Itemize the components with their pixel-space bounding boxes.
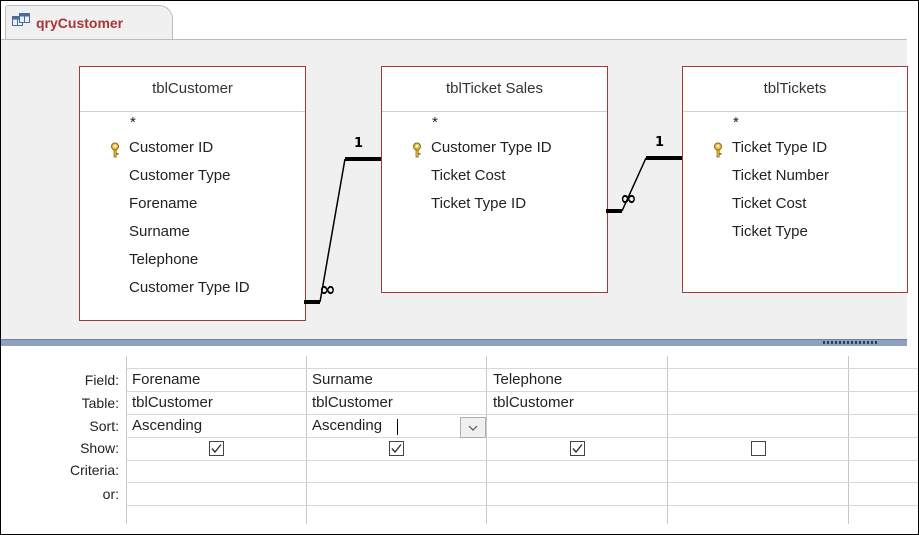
field-item[interactable]: Ticket Cost <box>683 190 907 218</box>
table-title[interactable]: tblTicket Sales <box>382 67 607 112</box>
grid-cell-field[interactable]: Forename <box>132 371 200 388</box>
grid-cell-table[interactable]: tblCustomer <box>493 394 574 411</box>
grid-cell-table[interactable]: tblCustomer <box>132 394 213 411</box>
row-divider <box>126 368 918 369</box>
field-item[interactable]: Ticket Type <box>683 218 907 246</box>
one-side-label: 1 <box>354 136 363 151</box>
pane-splitter[interactable] <box>1 339 907 346</box>
row-label-criteria: Criteria: <box>69 462 119 478</box>
field-label: Ticket Type ID <box>732 139 828 156</box>
row-label-table: Table: <box>81 395 119 411</box>
chevron-down-icon <box>468 425 478 431</box>
row-label-field: Field: <box>84 372 119 388</box>
text-cursor <box>397 419 398 435</box>
field-item[interactable]: Ticket Type ID <box>382 190 607 218</box>
show-checkbox[interactable] <box>389 441 404 456</box>
show-checkbox[interactable] <box>209 441 224 456</box>
row-divider <box>126 414 918 415</box>
primary-key-icon <box>410 140 424 158</box>
field-item[interactable]: Ticket Type ID <box>683 134 907 162</box>
field-item[interactable]: Customer ID <box>80 134 305 162</box>
query-design-grid: Field: Table: Sort: Show: Criteria: or: … <box>1 346 918 534</box>
field-all-columns[interactable]: * <box>382 112 607 134</box>
table-diagram-pane[interactable]: tblCustomer * Customer ID Customer Type … <box>1 39 908 340</box>
column-divider[interactable] <box>667 356 668 524</box>
field-label: Customer Type ID <box>431 139 552 156</box>
query-design-icon <box>12 13 30 29</box>
row-label-show: Show: <box>80 440 119 456</box>
field-item[interactable]: Ticket Number <box>683 162 907 190</box>
sort-dropdown-button[interactable] <box>460 417 486 438</box>
column-divider[interactable] <box>486 356 487 524</box>
grid-cell-sort[interactable]: Ascending <box>312 417 382 434</box>
splitter-grip-icon[interactable] <box>823 341 879 344</box>
many-side-label: ∞ <box>319 277 336 301</box>
grid-cell-sort[interactable]: Ascending <box>132 417 202 434</box>
field-item[interactable]: Telephone <box>80 246 305 274</box>
show-checkbox[interactable] <box>570 441 585 456</box>
row-divider <box>126 482 918 483</box>
table-box-tblticket-sales[interactable]: tblTicket Sales * Customer Type ID Ticke… <box>381 66 608 293</box>
column-divider <box>126 356 127 524</box>
field-item[interactable]: Customer Type ID <box>80 274 305 302</box>
field-item[interactable]: Customer Type <box>80 162 305 190</box>
row-divider <box>126 505 918 506</box>
document-tab-strip: qryCustomer <box>1 1 918 40</box>
field-item[interactable]: Ticket Cost <box>382 162 607 190</box>
row-label-sort: Sort: <box>89 418 119 434</box>
query-design-window: qryCustomer tblCustomer * Customer ID Cu… <box>0 0 919 535</box>
column-divider[interactable] <box>306 356 307 524</box>
many-side-label: ∞ <box>620 186 637 210</box>
table-box-tblcustomer[interactable]: tblCustomer * Customer ID Customer Type … <box>79 66 306 321</box>
grid-cell-field[interactable]: Surname <box>312 371 373 388</box>
field-all-columns[interactable]: * <box>80 112 305 134</box>
relationship-customer-ticketsales[interactable]: 1 ∞ <box>304 136 381 304</box>
table-title[interactable]: tblCustomer <box>80 67 305 112</box>
row-label-or: or: <box>102 486 119 502</box>
grid-cell-table[interactable]: tblCustomer <box>312 394 393 411</box>
field-item[interactable]: Surname <box>80 218 305 246</box>
grid-cell-field[interactable]: Telephone <box>493 371 562 388</box>
row-divider <box>126 460 918 461</box>
table-title[interactable]: tblTickets <box>683 67 907 112</box>
tab-label: qryCustomer <box>36 15 124 31</box>
column-divider[interactable] <box>848 356 849 524</box>
field-label: Customer ID <box>129 139 214 156</box>
relationship-ticketsales-tickets[interactable]: 1 ∞ <box>606 135 682 213</box>
show-checkbox[interactable] <box>751 441 766 456</box>
tab-qrycustomer[interactable]: qryCustomer <box>5 5 173 40</box>
row-divider <box>126 391 918 392</box>
primary-key-icon <box>711 140 725 158</box>
field-item[interactable]: Forename <box>80 190 305 218</box>
table-box-tbltickets[interactable]: tblTickets * Ticket Type ID Ticket Numbe… <box>682 66 908 293</box>
row-divider <box>126 437 918 438</box>
field-all-columns[interactable]: * <box>683 112 907 134</box>
one-side-label: 1 <box>655 135 664 150</box>
primary-key-icon <box>108 140 122 158</box>
field-item[interactable]: Customer Type ID <box>382 134 607 162</box>
